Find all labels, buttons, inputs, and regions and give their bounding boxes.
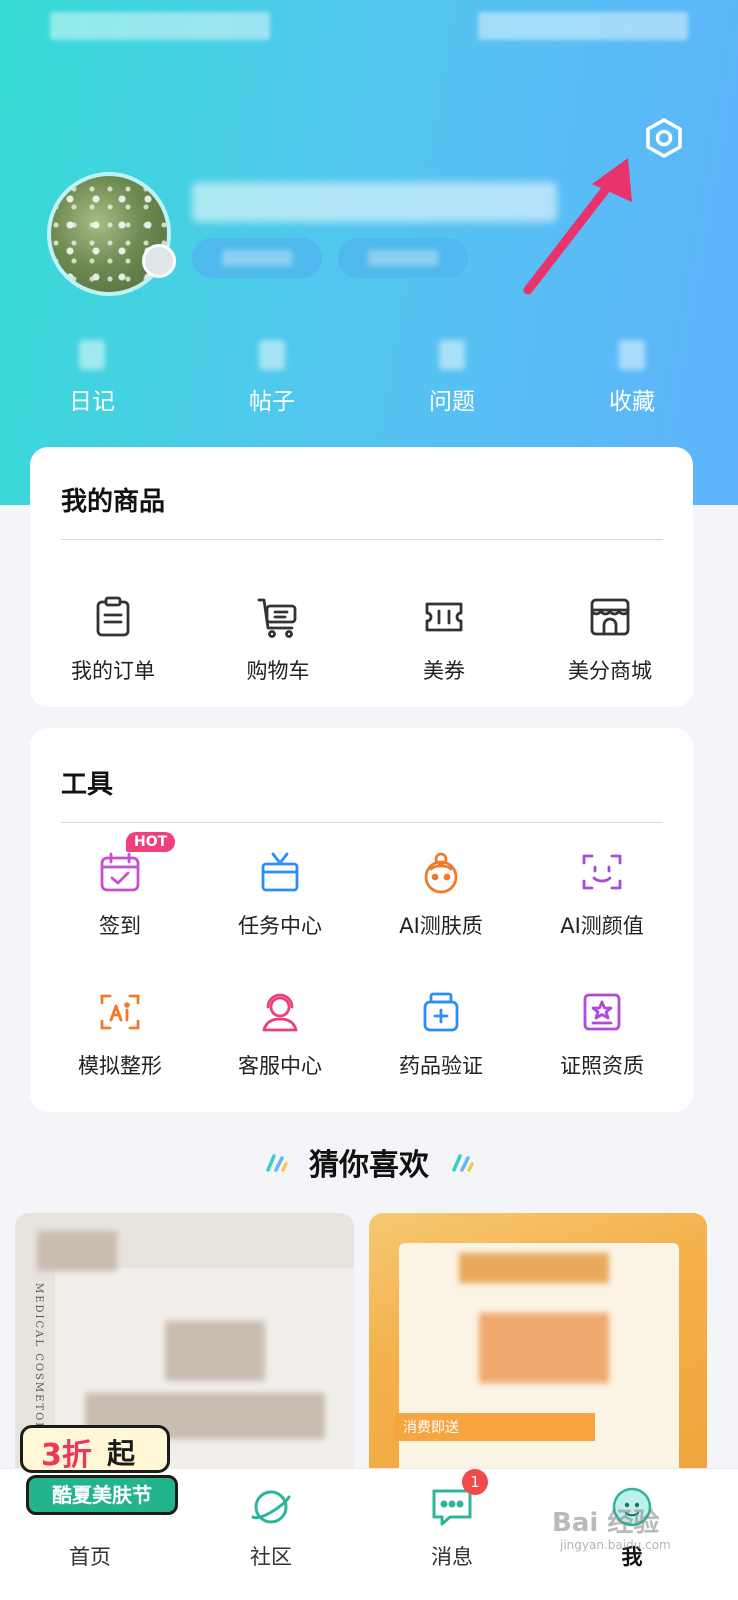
- status-bar-left-blurred: [50, 12, 270, 40]
- item-label: 药品验证: [399, 1054, 483, 1078]
- recommend-title: 猜你喜欢: [309, 1148, 429, 1183]
- settings-button[interactable]: [638, 112, 690, 164]
- certificates-button[interactable]: 证照资质: [522, 988, 682, 1080]
- tab-label: 首页: [69, 1545, 111, 1569]
- promo-sticker[interactable]: 3折 起 酷夏美肤节: [12, 1425, 178, 1525]
- tab-community[interactable]: 社区: [211, 1483, 331, 1571]
- stat-posts[interactable]: 帖子: [212, 330, 332, 416]
- blurred-region: [479, 1313, 609, 1383]
- promo-discount: 3折 起: [20, 1425, 170, 1473]
- sparkle-deco-icon: [266, 1154, 288, 1172]
- unread-badge: 1: [462, 1469, 488, 1495]
- user-tag-blurred[interactable]: [192, 238, 322, 278]
- gift-box-icon: [256, 848, 304, 896]
- status-bar-right-blurred: [478, 12, 688, 40]
- check-in-button[interactable]: HOT 签到: [40, 832, 200, 940]
- avatar[interactable]: [47, 172, 171, 296]
- certificate-icon: [578, 988, 626, 1036]
- item-label: 任务中心: [238, 914, 322, 938]
- blurred-region: [37, 1231, 117, 1271]
- ai-skin-test-button[interactable]: AI测肤质: [361, 848, 521, 940]
- store-icon: [586, 593, 634, 641]
- item-label: 我的订单: [71, 659, 155, 683]
- hot-badge: HOT: [126, 832, 176, 852]
- blurred-region: [165, 1321, 265, 1381]
- my-orders-button[interactable]: 我的订单: [33, 593, 193, 685]
- item-label: 美券: [423, 659, 465, 683]
- item-label: 模拟整形: [78, 1054, 162, 1078]
- product-card[interactable]: 消费即送: [369, 1213, 707, 1473]
- my-goods-card: 我的商品 我的订单 购物车 美券 美分商城: [30, 447, 693, 707]
- simulated-surgery-button[interactable]: 模拟整形: [40, 988, 200, 1080]
- tab-label: 社区: [250, 1545, 292, 1569]
- ai-frame-icon: [96, 988, 144, 1036]
- calendar-check-icon: HOT: [96, 832, 176, 896]
- watermark: Bai 经验: [552, 1508, 660, 1538]
- section-title: 工具: [61, 770, 114, 800]
- shopping-cart-icon: [254, 593, 302, 641]
- item-label: 签到: [99, 914, 141, 938]
- store-button[interactable]: 美分商城: [530, 593, 690, 685]
- stat-count-blurred: [439, 340, 465, 370]
- promo-discount-suffix: 起: [107, 1437, 136, 1470]
- planet-icon: [247, 1483, 295, 1531]
- tab-messages[interactable]: 1 消息: [392, 1469, 512, 1571]
- stat-count-blurred: [619, 340, 645, 370]
- stat-questions[interactable]: 问题: [392, 330, 512, 416]
- item-label: 购物车: [246, 659, 310, 683]
- item-label: AI测肤质: [399, 914, 483, 938]
- divider: [61, 822, 663, 823]
- product-promo-text: 消费即送: [395, 1413, 595, 1441]
- section-title: 我的商品: [61, 487, 166, 517]
- item-label: 客服中心: [238, 1054, 322, 1078]
- task-center-button[interactable]: 任务中心: [200, 848, 360, 940]
- drug-verification-button[interactable]: 药品验证: [361, 988, 521, 1080]
- stat-label: 帖子: [249, 389, 295, 415]
- customer-service-button[interactable]: 客服中心: [200, 988, 360, 1080]
- tab-label: 消息: [431, 1545, 473, 1569]
- profile-stats: 日记 帖子 问题 收藏: [0, 330, 738, 420]
- promo-event-label: 酷夏美肤节: [26, 1475, 178, 1515]
- divider: [61, 539, 663, 540]
- order-list-icon: [89, 593, 137, 641]
- stat-count-blurred: [79, 340, 105, 370]
- item-label: 证照资质: [560, 1054, 644, 1078]
- username-blurred: [192, 182, 557, 222]
- medicine-bottle-icon: [417, 988, 465, 1036]
- item-label: AI测颜值: [560, 914, 644, 938]
- item-label: 美分商城: [568, 659, 652, 683]
- shopping-cart-button[interactable]: 购物车: [198, 593, 358, 685]
- face-icon: [417, 848, 465, 896]
- chat-bubble-icon: 1: [428, 1469, 488, 1531]
- stat-label: 问题: [429, 389, 475, 415]
- tools-card: 工具 HOT 签到 任务中心 AI测肤质 AI测颜值 模拟整形 客服中心 药品验…: [30, 728, 693, 1112]
- headset-agent-icon: [256, 988, 304, 1036]
- face-scan-icon: [578, 848, 626, 896]
- watermark-url: jingyan.baidu.com: [560, 1538, 671, 1552]
- user-tag-blurred[interactable]: [338, 238, 468, 278]
- annotation-arrow-icon: [523, 158, 632, 295]
- recommend-header: 猜你喜欢: [0, 1140, 738, 1190]
- avatar-badge: [142, 244, 176, 278]
- promo-discount-value: 3折: [41, 1438, 92, 1473]
- coupon-icon: [420, 593, 468, 641]
- stat-favorites[interactable]: 收藏: [572, 330, 692, 416]
- stat-label: 日记: [69, 389, 115, 415]
- stat-label: 收藏: [609, 389, 655, 415]
- ai-face-score-button[interactable]: AI测颜值: [522, 848, 682, 940]
- sparkle-deco-icon: [452, 1154, 474, 1172]
- stat-count-blurred: [259, 340, 285, 370]
- blurred-region: [459, 1253, 609, 1283]
- coupon-button[interactable]: 美券: [364, 593, 524, 685]
- settings-hexagon-icon: [646, 118, 682, 158]
- profile-header: 日记 帖子 问题 收藏: [0, 0, 738, 505]
- stat-diary[interactable]: 日记: [32, 330, 152, 416]
